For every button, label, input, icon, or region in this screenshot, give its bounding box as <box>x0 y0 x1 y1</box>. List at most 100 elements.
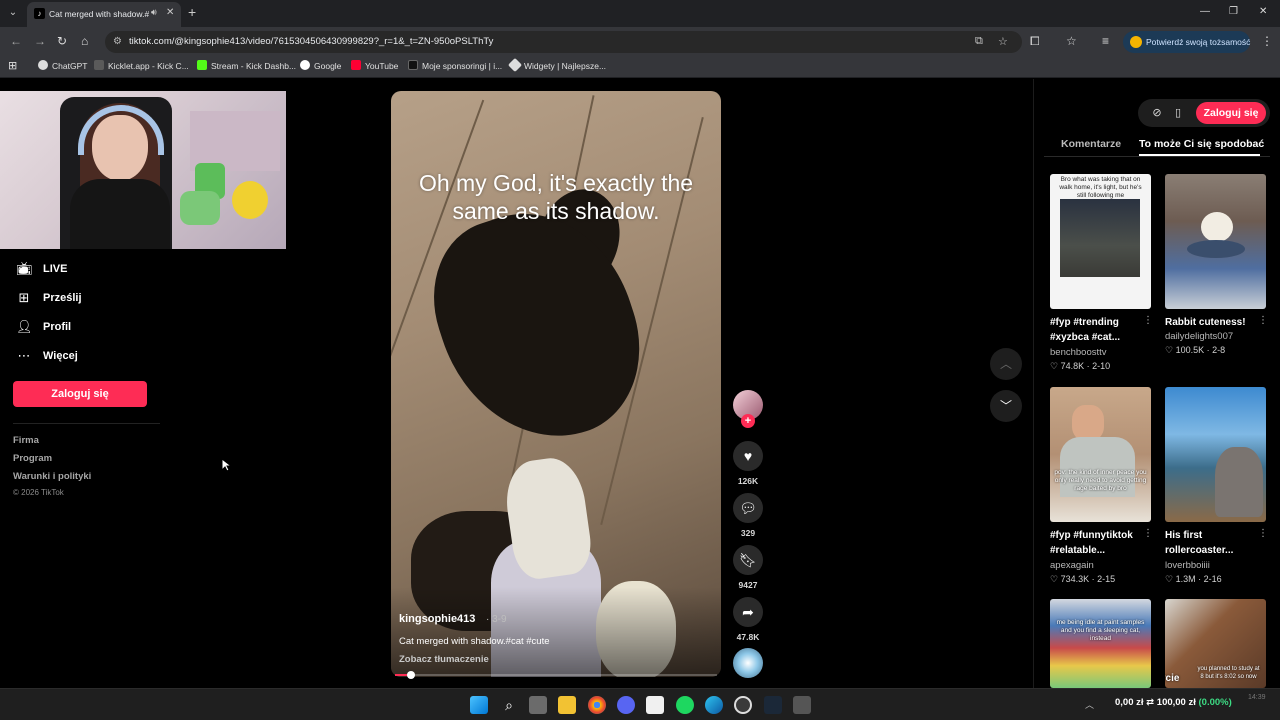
new-tab-button[interactable]: + <box>188 5 196 19</box>
upload-icon: ⊞ <box>18 290 30 305</box>
bookmark-chatgpt[interactable]: ChatGPT <box>38 60 87 74</box>
reading-list-icon[interactable]: ≡ <box>1102 35 1109 47</box>
edge-icon[interactable] <box>705 696 723 714</box>
speaker-icon[interactable]: 🔊︎ <box>151 7 157 18</box>
steam-icon[interactable] <box>764 696 782 714</box>
balance-value: 0,00 zł <box>1115 697 1144 708</box>
header-login-button[interactable]: Zaloguj się <box>1196 102 1266 124</box>
music-disc-icon[interactable] <box>733 648 763 678</box>
sidebar-item-label: LIVE <box>43 263 68 275</box>
like-button[interactable]: ♥ <box>733 441 763 471</box>
comment-count: 329 <box>740 528 756 538</box>
bookmark-label: Google <box>314 61 342 71</box>
forward-icon[interactable]: → <box>34 35 46 47</box>
card-more-icon[interactable]: ⋮ <box>1258 315 1268 326</box>
app-icon[interactable] <box>793 696 811 714</box>
card-title: #fyp #trending #xyzbca #cat... <box>1050 317 1121 343</box>
back-icon[interactable]: ← <box>10 35 22 47</box>
bookmark-google[interactable]: Google <box>300 60 341 74</box>
store-icon[interactable] <box>646 696 664 714</box>
bookmark-widgets[interactable]: Widgety | Najlepsze... <box>507 57 606 74</box>
recommended-video-card[interactable]: His first rollercoaster... ⋮ loverbboiii… <box>1165 387 1268 587</box>
bookmark-kicklet[interactable]: Kicklet.app - Kick C... <box>94 60 189 74</box>
coin-icon[interactable]: ⊘ <box>1150 106 1164 120</box>
like-count: 126K <box>737 476 759 486</box>
browser-tab[interactable]: ♪ Cat merged with shadow.# 🔊︎ ✕ <box>27 2 181 27</box>
spotify-icon[interactable] <box>676 696 694 714</box>
tab-title: Cat merged with shadow.# <box>49 9 149 19</box>
card-more-icon[interactable]: ⋮ <box>1258 528 1268 539</box>
minimize-button[interactable]: — <box>1200 6 1210 17</box>
home-icon[interactable]: ⌂ <box>81 35 88 47</box>
recommended-video-card[interactable]: me being idle at paint samples and you f… <box>1050 599 1151 688</box>
task-view-icon[interactable] <box>529 696 547 714</box>
menu-icon[interactable]: ⋮ <box>1261 35 1273 47</box>
maximize-button[interactable]: ❐ <box>1229 6 1238 17</box>
video-progress-knob[interactable] <box>407 671 416 679</box>
site-info-icon[interactable]: ⚙ <box>113 36 122 47</box>
address-bar[interactable]: ⚙ tiktok.com/@kingsophie413/video/761530… <box>105 31 1022 53</box>
url-text[interactable]: tiktok.com/@kingsophie413/video/76153045… <box>129 36 493 47</box>
cast-icon[interactable]: ⧉ <box>975 35 983 48</box>
sidebar-item-label: Prześlij <box>43 292 82 304</box>
apps-grid-icon[interactable]: ⊞ <box>8 59 17 73</box>
previous-video-button[interactable]: ︿ <box>990 348 1022 380</box>
login-button[interactable]: Zaloguj się <box>13 381 147 407</box>
footer-link-program[interactable]: Program <box>13 453 52 464</box>
card-author[interactable]: loverbboiiii <box>1165 560 1210 571</box>
stock-widget[interactable]: 0,00 zł ⇄ 100,00 zł (0.00%) <box>1115 697 1232 708</box>
bookmarks-icon[interactable]: ☆ <box>1066 35 1077 47</box>
video-thumbnail: you planned to study at 8 but it's 8:02 … <box>1165 599 1266 688</box>
bookmark-button[interactable]: 🔖︎ <box>733 545 763 575</box>
bookmark-label: ChatGPT <box>52 61 88 71</box>
file-explorer-icon[interactable] <box>558 696 576 714</box>
card-more-icon[interactable]: ⋮ <box>1143 528 1153 539</box>
video-progress-bar[interactable] <box>395 671 717 679</box>
video-player[interactable]: Oh my God, it's exactly the same as its … <box>391 91 721 677</box>
card-stats: ♡ 734.3K · 2-15 <box>1050 574 1116 584</box>
bookmark-youtube[interactable]: YouTube <box>351 60 398 74</box>
live-icon: 📺︎ <box>16 261 33 276</box>
verify-identity-button[interactable]: Potwierdź swoją tożsamość <box>1123 31 1250 53</box>
card-title: Rabbit cuteness! <box>1165 317 1246 328</box>
share-button[interactable]: ➦ <box>733 597 763 627</box>
device-icon[interactable]: ▯ <box>1171 106 1185 120</box>
tab-you-may-like[interactable]: To może Ci się spodobać <box>1139 138 1264 150</box>
video-author[interactable]: kingsophie413 <box>399 613 475 625</box>
copyright: © 2026 TikTok <box>13 488 64 497</box>
top-right-toolbar: ⊘ ▯ Zaloguj się <box>1138 99 1270 127</box>
search-icon[interactable]: ⌕ <box>500 696 518 714</box>
follow-button[interactable]: + <box>741 414 755 428</box>
comment-button[interactable]: 💬︎ <box>733 493 763 523</box>
recommended-video-card[interactable]: Bro what was taking that on walk home, i… <box>1050 174 1153 374</box>
card-more-icon[interactable]: ⋮ <box>1143 315 1153 326</box>
video-thumbnail: pov: the kind of inner peace you only re… <box>1050 387 1151 522</box>
bookmark-star-icon[interactable]: ☆ <box>998 35 1008 48</box>
recommended-video-card[interactable]: pov: the kind of inner peace you only re… <box>1050 387 1153 587</box>
chrome-icon[interactable] <box>588 696 606 714</box>
extensions-icon[interactable]: ⧠ <box>1030 35 1040 47</box>
card-author[interactable]: benchboosttv <box>1050 347 1107 358</box>
reload-icon[interactable]: ↻ <box>57 35 67 47</box>
recommended-video-card[interactable]: Rabbit cuteness! ⋮ dailydelights007 ♡ 10… <box>1165 174 1268 374</box>
recommended-video-card[interactable]: you planned to study at 8 but it's 8:02 … <box>1165 599 1266 688</box>
see-translation-link[interactable]: Zobacz tłumaczenie <box>399 654 489 665</box>
start-icon[interactable] <box>470 696 488 714</box>
tab-close-icon[interactable]: ✕ <box>166 7 174 18</box>
footer-link-company[interactable]: Firma <box>13 435 39 446</box>
obs-icon[interactable] <box>734 696 752 714</box>
bookmark-kick-dashboard[interactable]: Stream - Kick Dashb... <box>197 60 296 74</box>
tab-comments[interactable]: Komentarze <box>1061 138 1121 150</box>
video-thumbnail <box>1165 174 1266 309</box>
bookmark-sponsorships[interactable]: Moje sponsoringi | i... <box>408 60 502 74</box>
close-window-button[interactable]: ✕ <box>1259 6 1267 17</box>
video-thumbnail: Bro what was taking that on walk home, i… <box>1050 174 1151 309</box>
discord-icon[interactable] <box>617 696 635 714</box>
card-author[interactable]: dailydelights007 <box>1165 331 1233 342</box>
navigation-bar: ← → ↻ ⌂ ⚙ tiktok.com/@kingsophie413/vide… <box>0 27 1280 56</box>
next-video-button[interactable]: ﹀ <box>990 390 1022 422</box>
footer-link-terms[interactable]: Warunki i polityki <box>13 471 91 482</box>
card-author[interactable]: apexagain <box>1050 560 1094 571</box>
tray-overflow-icon[interactable]: ︿ <box>1085 698 1094 711</box>
tab-search-icon[interactable]: ⌄ <box>5 5 21 21</box>
